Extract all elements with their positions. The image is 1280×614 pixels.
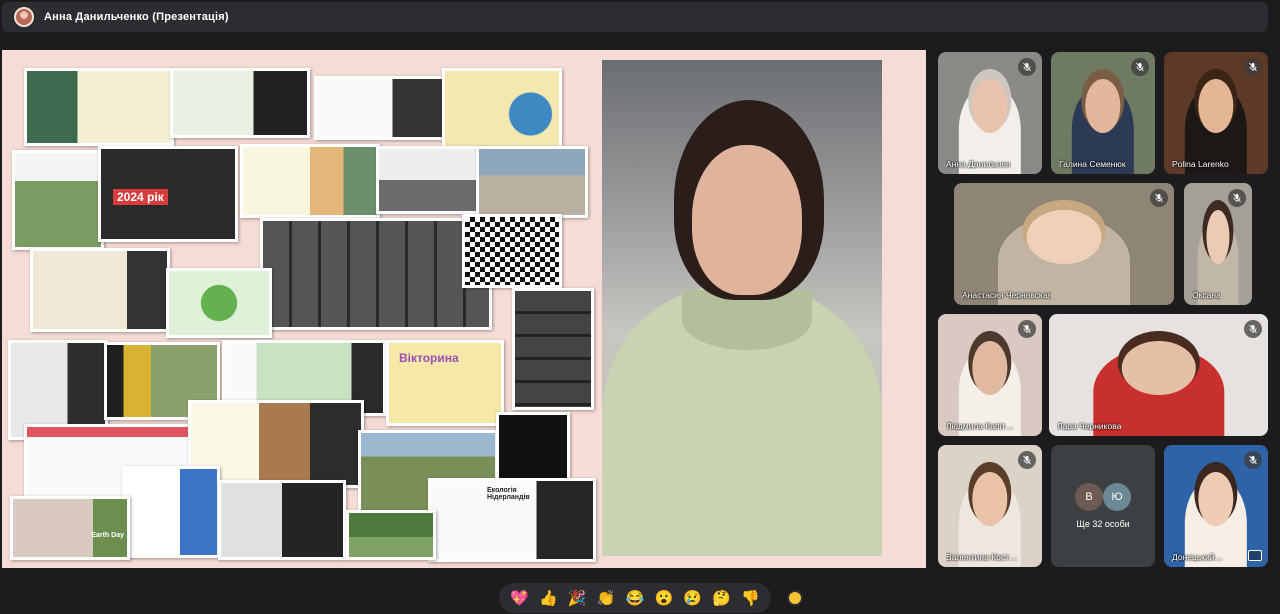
reaction-button[interactable]: 🎉	[568, 591, 587, 606]
participant-name: Лара Черникова	[1057, 421, 1122, 431]
mic-off-icon	[1150, 189, 1168, 207]
reaction-button[interactable]: 👎	[741, 591, 760, 606]
participant-tile[interactable]: Polina Larenko	[1164, 52, 1268, 174]
mic-off-icon	[1228, 189, 1246, 207]
slide-collage: 2024 рік Вікторина Екологія Нідерландів	[2, 50, 602, 568]
slide-thumbnail	[476, 146, 588, 218]
reactions-bar: 💖 👍 🎉 👏 😂 😮 😢 🤔 👎	[499, 583, 771, 613]
reaction-button[interactable]: 🤔	[712, 591, 731, 606]
mic-off-icon	[1018, 58, 1036, 76]
participant-tile[interactable]: Валентина Кост…	[938, 445, 1042, 567]
reaction-button[interactable]: 👍	[539, 591, 558, 606]
participant-name: Анна Данильчен	[946, 159, 1011, 169]
slide-thumbnail	[314, 76, 446, 140]
mic-off-icon	[1244, 451, 1262, 469]
shared-screen: 2024 рік Вікторина Екологія Нідерландів	[2, 50, 926, 568]
reaction-button[interactable]: 😂	[626, 591, 645, 606]
slide-thumbnail	[170, 68, 310, 138]
slide-thumbnail	[496, 412, 570, 482]
participant-name: Polina Larenko	[1172, 159, 1229, 169]
slide-thumbnail	[12, 150, 104, 250]
mic-off-icon	[1018, 451, 1036, 469]
participant-tile[interactable]: Людмила Капіт…	[938, 314, 1042, 436]
mic-off-icon	[1018, 320, 1036, 338]
participant-name: Валентина Кост…	[946, 552, 1018, 562]
participant-avatar: В	[1075, 483, 1103, 511]
slide-thumbnail: Екологія Нідерландів	[428, 478, 596, 562]
slide-ecology-label: Екологія Нідерландів	[487, 487, 530, 501]
participant-tile[interactable]: Галина Семенюк	[1051, 52, 1155, 174]
presenter-avatar	[14, 7, 34, 27]
slide-thumbnail	[346, 510, 436, 560]
slide-thumbnail	[166, 268, 272, 338]
more-participants-tile[interactable]: В Ю Ще 32 особи	[1051, 445, 1155, 567]
participant-tile[interactable]: Оксана	[1184, 183, 1252, 305]
slide-thumbnail	[30, 248, 170, 332]
slide-earthday-label: Earth Day	[91, 532, 124, 539]
slide-thumbnail	[218, 480, 346, 560]
slide-thumbnail	[260, 218, 492, 330]
participant-tile[interactable]: Донецький…	[1164, 445, 1268, 567]
mic-off-icon	[1131, 58, 1149, 76]
participant-name: Галина Семенюк	[1059, 159, 1126, 169]
reaction-button[interactable]: 😮	[654, 591, 673, 606]
slide-thumbnail	[122, 466, 220, 558]
participant-avatar: Ю	[1103, 483, 1131, 511]
presenter-title: Анна Данильченко (Презентація)	[44, 11, 229, 23]
participant-tile[interactable]: Анна Данильчен	[938, 52, 1042, 174]
participant-tile[interactable]: Анастасия Чернявская	[954, 183, 1174, 305]
reaction-button[interactable]: 😢	[683, 591, 702, 606]
slide-year-label: 2024 рік	[113, 189, 168, 205]
more-participants-label: Ще 32 особи	[1076, 519, 1130, 529]
slide-thumbnail	[376, 146, 484, 214]
participant-name: Оксана	[1192, 290, 1221, 300]
slide-quiz-label: Вікторина	[399, 351, 459, 365]
slide-thumbnail: 2024 рік	[98, 146, 238, 242]
slide-thumbnail	[462, 214, 562, 288]
participant-name: Донецький…	[1172, 552, 1224, 562]
participant-tile[interactable]: Лара Черникова	[1049, 314, 1268, 436]
slide-thumbnail	[512, 288, 594, 410]
reaction-skin-tone-button[interactable]	[787, 590, 803, 606]
reaction-button[interactable]: 💖	[510, 591, 529, 606]
slide-thumbnail	[240, 144, 380, 218]
slide-thumbnail: Вікторина	[386, 340, 504, 426]
presenter-bar: Анна Данильченко (Презентація)	[2, 2, 1268, 32]
reaction-button[interactable]: 👏	[597, 591, 616, 606]
mic-off-icon	[1244, 320, 1262, 338]
presenting-icon	[1248, 550, 1262, 561]
slide-thumbnail	[24, 68, 174, 146]
presenter-camera-feed	[602, 60, 882, 556]
participant-name: Анастасия Чернявская	[962, 290, 1053, 300]
slide-thumbnail: Earth Day	[10, 496, 130, 560]
mic-off-icon	[1244, 58, 1262, 76]
participant-name: Людмила Капіт…	[946, 421, 1014, 431]
